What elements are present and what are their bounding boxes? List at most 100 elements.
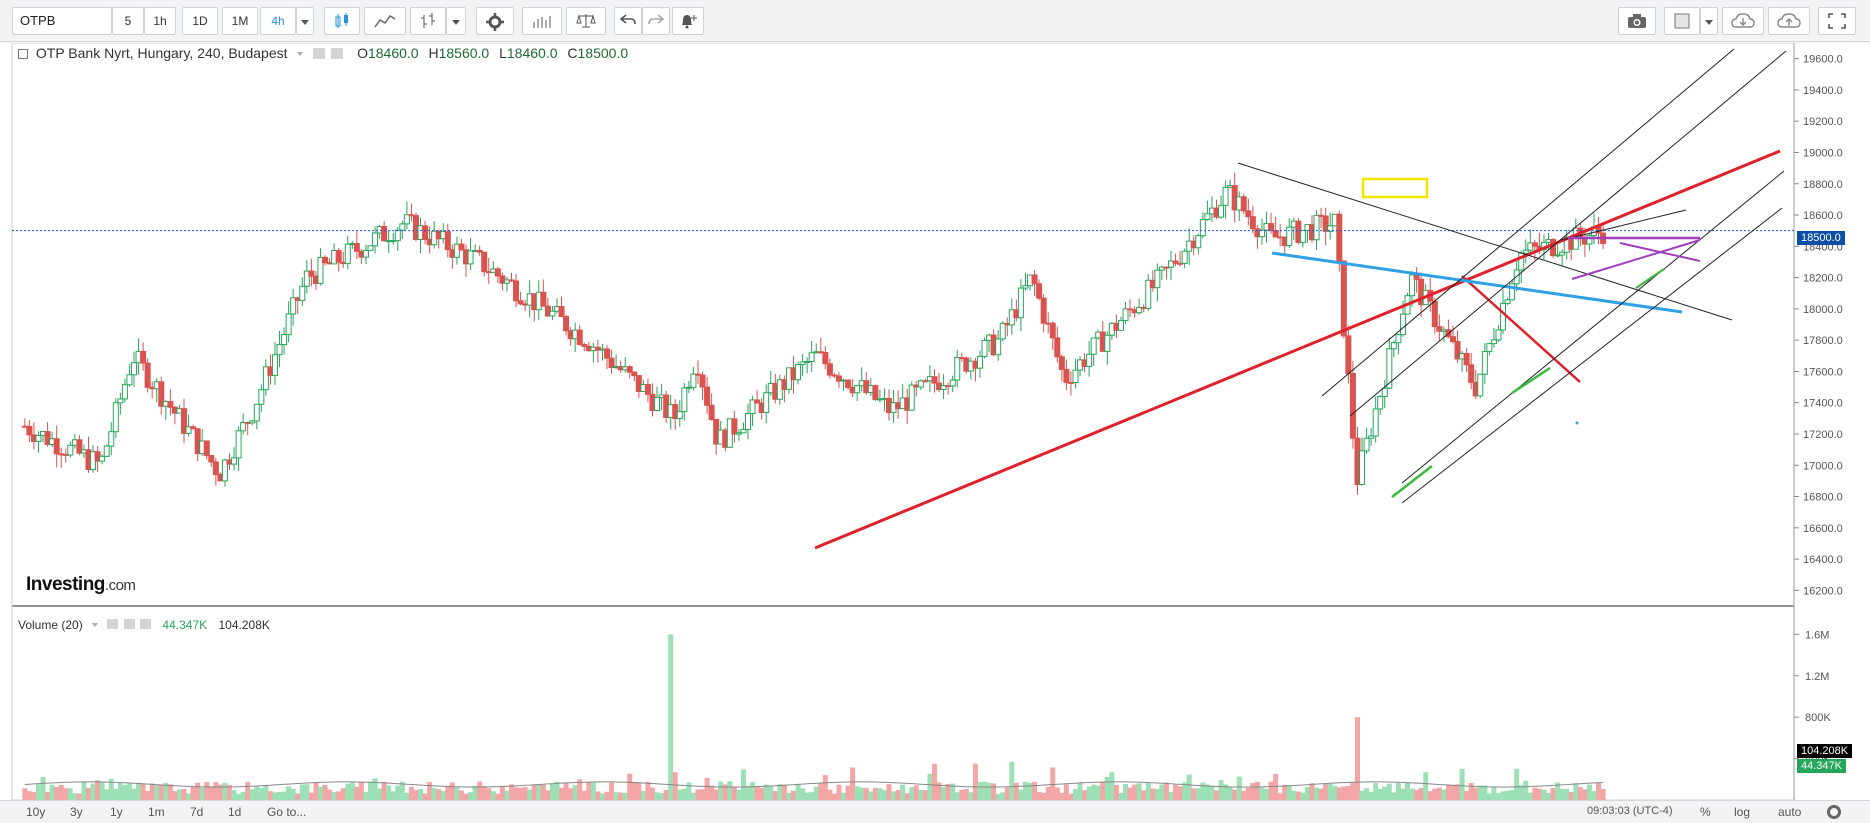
volume-bar — [1127, 787, 1133, 800]
log-toggle[interactable]: log — [1734, 805, 1750, 819]
candle-body — [271, 354, 278, 376]
volume-bar — [827, 789, 833, 800]
candle-body — [795, 364, 802, 381]
range-7d[interactable]: 7d — [190, 805, 203, 819]
percent-toggle[interactable]: % — [1700, 805, 1711, 819]
volume-bar — [868, 791, 874, 800]
candle-body — [144, 362, 151, 388]
bars-icon — [421, 13, 435, 28]
range-1y[interactable]: 1y — [110, 805, 123, 819]
volume-bar — [199, 787, 205, 800]
volume-bar — [809, 792, 815, 800]
channel-line-2[interactable] — [1349, 50, 1787, 417]
eye-icon[interactable] — [107, 619, 119, 629]
red-trendline[interactable] — [814, 149, 1781, 550]
redo-button[interactable] — [642, 7, 670, 35]
eye-icon[interactable] — [313, 48, 326, 59]
volume-dropdown-icon[interactable] — [92, 623, 99, 627]
layout-dropdown-button[interactable] — [1700, 7, 1718, 35]
save-chart-button[interactable] — [1768, 7, 1810, 35]
fullscreen-button[interactable] — [1818, 7, 1856, 35]
alert-button[interactable] — [672, 7, 704, 35]
channel-line-upper[interactable] — [1321, 48, 1735, 397]
volume-bar — [845, 785, 851, 800]
volume-bar — [1523, 780, 1529, 800]
channel-line-3[interactable] — [1401, 170, 1785, 484]
interval-5-button[interactable]: 5 — [112, 7, 144, 35]
goto-button[interactable]: Go to... — [267, 805, 306, 819]
gear-icon[interactable] — [1827, 805, 1841, 819]
interval-1h-button[interactable]: 1h — [144, 7, 176, 35]
volume-bar — [213, 782, 219, 800]
line-chart-type-button[interactable] — [364, 7, 406, 35]
volume-bar — [354, 786, 360, 800]
symbol-input[interactable]: OTPB — [12, 7, 112, 35]
interval-1d-button[interactable]: 1D — [182, 7, 218, 35]
volume-bar — [1441, 789, 1447, 800]
settings-small-icon[interactable] — [123, 619, 135, 629]
settings-small-icon[interactable] — [331, 48, 344, 59]
volume-bar — [1377, 788, 1383, 800]
candle-body — [1072, 369, 1079, 383]
green-support-line[interactable] — [1635, 268, 1665, 289]
volume-bar — [1273, 774, 1279, 800]
range-1m[interactable]: 1m — [148, 805, 165, 819]
yellow-box-drawing[interactable] — [1361, 177, 1429, 199]
volume-bar — [1104, 776, 1110, 800]
range-10y[interactable]: 10y — [26, 805, 45, 819]
volume-bar — [363, 791, 369, 800]
collapse-icon[interactable] — [18, 49, 28, 59]
green-support-line[interactable] — [1391, 465, 1433, 498]
candle-body — [1345, 335, 1352, 374]
volume-bar — [818, 783, 824, 800]
volume-bar — [1072, 788, 1078, 800]
volume-bar — [458, 790, 464, 800]
candle-body — [335, 250, 342, 263]
chart-area[interactable]: 19600.0 19400.0 19200.0 19000.0 18800.0 18600… — [0, 43, 1870, 800]
drawings-group[interactable] — [12, 48, 1794, 550]
legend-dropdown-icon[interactable] — [297, 52, 304, 56]
interval-dropdown-button[interactable] — [296, 7, 314, 35]
volume-tick-label: 1.6M — [1805, 629, 1829, 641]
volume-bar — [922, 790, 928, 800]
volume-bar — [636, 782, 642, 800]
chart-type-dropdown-button[interactable] — [446, 7, 466, 35]
load-chart-button[interactable] — [1722, 7, 1764, 35]
volume-bar — [859, 787, 865, 800]
auto-toggle[interactable]: auto — [1778, 805, 1801, 819]
range-1d[interactable]: 1d — [228, 805, 241, 819]
volume-bar — [181, 789, 187, 800]
volume-bar — [1195, 788, 1201, 800]
volume-bar — [1391, 792, 1397, 800]
candle-body — [444, 231, 451, 251]
settings-button[interactable] — [476, 7, 514, 35]
purple-lower-line[interactable] — [1619, 242, 1701, 262]
volume-value-2: 104.208K — [218, 618, 270, 632]
blue-trendline[interactable] — [1271, 251, 1683, 314]
chart-canvas[interactable]: 19600.0 19400.0 19200.0 19000.0 18800.0 18600… — [0, 43, 1870, 800]
range-3y[interactable]: 3y — [70, 805, 83, 819]
volume-bar — [1177, 786, 1183, 800]
candle-body — [1500, 302, 1507, 331]
price-axis[interactable]: 19600.0 19400.0 19200.0 19000.0 18800.0 18600… — [1794, 54, 1843, 598]
remove-icon[interactable] — [140, 619, 152, 629]
candle-body — [644, 384, 651, 395]
volume-bar — [1473, 787, 1479, 800]
volume-bar — [1254, 781, 1260, 800]
candles-chart-type-button[interactable] — [324, 7, 360, 35]
volume-bar — [349, 782, 355, 800]
green-support-line[interactable] — [1511, 366, 1551, 395]
square-icon — [1674, 13, 1690, 29]
bars-chart-type-button[interactable] — [410, 7, 446, 35]
layout-button[interactable] — [1664, 7, 1700, 35]
interval-4h-button[interactable]: 4h — [260, 7, 296, 35]
compare-button[interactable] — [566, 7, 606, 35]
red-downtrend-line[interactable] — [1461, 275, 1581, 383]
snapshot-button[interactable] — [1618, 7, 1656, 35]
undo-button[interactable] — [614, 7, 642, 35]
indicators-button[interactable] — [522, 7, 562, 35]
volume-bar — [1318, 788, 1324, 800]
volume-bar — [904, 793, 910, 800]
volume-bar — [836, 784, 842, 800]
interval-1m-button[interactable]: 1M — [222, 7, 258, 35]
